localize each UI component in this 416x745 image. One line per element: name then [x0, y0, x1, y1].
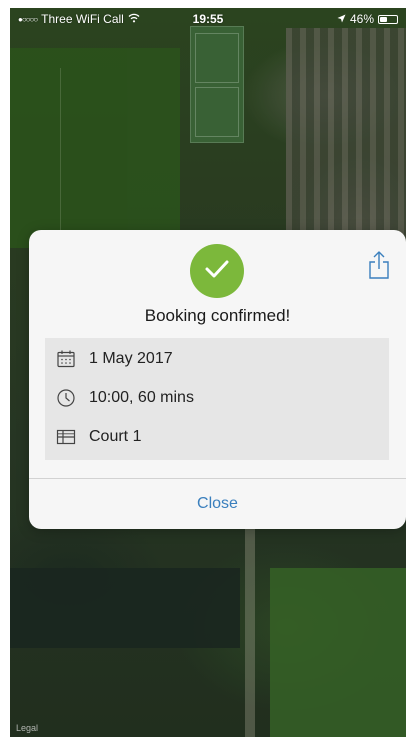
dialog-title: Booking confirmed!	[144, 306, 291, 325]
battery-percent: 46%	[349, 12, 374, 26]
booking-time: 10:00, 60 mins	[89, 389, 194, 406]
close-button[interactable]: Close	[29, 479, 406, 529]
booking-date: 1 May 2017	[89, 350, 173, 367]
status-bar: ●○○○○ Three WiFi Call 19:55 46%	[10, 8, 406, 30]
booking-date-row: 1 May 2017	[55, 348, 173, 370]
wifi-icon	[128, 12, 140, 26]
booking-details-panel: 1 May 2017 10:00, 60 mins Court 1	[45, 338, 389, 460]
share-icon	[368, 250, 390, 285]
success-check-badge	[190, 244, 244, 298]
battery-level-fill	[380, 16, 388, 22]
booking-confirmation-dialog: Booking confirmed! 1 May 2017 10:00, 60 …	[29, 230, 406, 529]
phone-screen: Legal ●○○○○ Three WiFi Call 19:55 46% Bo…	[10, 8, 406, 737]
location-icon	[337, 12, 346, 26]
calendar-icon	[55, 348, 77, 370]
booking-court-row: Court 1	[55, 426, 141, 448]
check-icon	[204, 259, 230, 284]
carrier-name: Three WiFi Call	[41, 12, 124, 26]
booking-time-row: 10:00, 60 mins	[55, 387, 194, 409]
cellular-signal-icon: ●○○○○	[18, 14, 38, 24]
battery-icon	[378, 14, 398, 24]
court-grid-icon	[55, 426, 77, 448]
clock-icon	[55, 387, 77, 409]
booking-court: Court 1	[89, 428, 142, 445]
share-button[interactable]	[366, 250, 392, 284]
